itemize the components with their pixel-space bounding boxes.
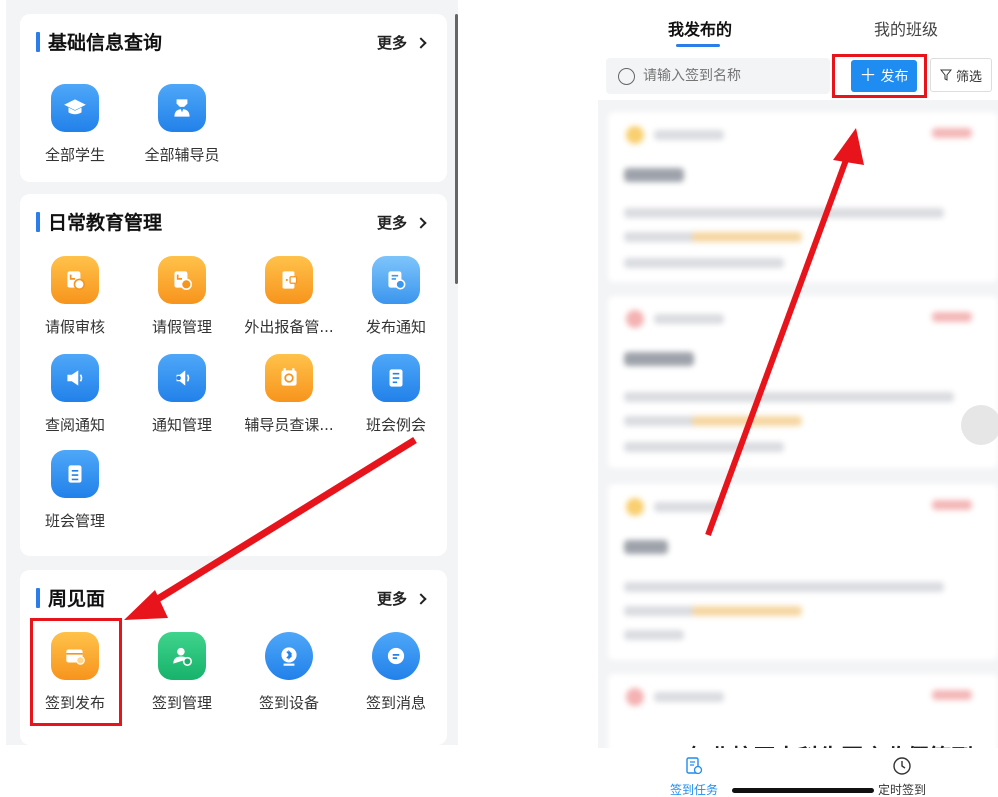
task-card[interactable]: [608, 296, 998, 468]
chevron-right-icon: [415, 36, 427, 49]
grid-item-notice-manage[interactable]: 通知管理: [129, 354, 235, 435]
grid-item-outing-report[interactable]: 外出报备管...: [236, 256, 342, 337]
grid-item-checkin-message[interactable]: 签到消息: [343, 632, 449, 713]
grid-item-view-notice[interactable]: 查阅通知: [22, 354, 128, 435]
grid-item-leave-manage[interactable]: 请假管理: [129, 256, 235, 337]
search-box[interactable]: [606, 58, 830, 94]
chevron-right-icon: [415, 216, 427, 229]
task-card[interactable]: [608, 484, 998, 660]
class-check-icon: [265, 354, 313, 402]
checkin-manage-icon: [158, 632, 206, 680]
notice-manage-icon: [158, 354, 206, 402]
app-home-panel: 基础信息查询 更多 全部学生 全部辅导员 日常教育管理 更多 请假审核 请假管理: [6, 0, 458, 745]
grid-item-leave-review[interactable]: 请假审核: [22, 256, 128, 337]
more-link[interactable]: 更多: [377, 212, 427, 233]
search-input[interactable]: [643, 68, 803, 84]
view-notice-icon: [51, 354, 99, 402]
chevron-right-icon: [415, 592, 427, 605]
floating-button[interactable]: [961, 405, 998, 445]
checkin-task-screen: 我发布的 我的班级 ＋ 发布 筛选: [598, 0, 998, 797]
section-title: 日常教育管理: [48, 212, 163, 234]
task-card[interactable]: [608, 112, 998, 282]
meeting-manage-icon: [51, 450, 99, 498]
more-link[interactable]: 更多: [377, 588, 427, 609]
leave-manage-icon: [158, 256, 206, 304]
section-title: 周见面: [48, 588, 106, 610]
scrollbar[interactable]: [455, 14, 458, 284]
grid-item-checkin-device[interactable]: 签到设备: [236, 632, 342, 713]
checkin-task-icon: [686, 757, 703, 775]
search-icon: [618, 67, 635, 85]
section-daily-education: 日常教育管理 更多 请假审核 请假管理 外出报备管... 发布通知 查阅通知 通…: [20, 194, 447, 556]
task-list: [598, 100, 998, 764]
grid-item-publish-notice[interactable]: 发布通知: [343, 256, 449, 337]
counselor-icon: [158, 84, 206, 132]
graduation-cap-icon: [51, 84, 99, 132]
filter-button[interactable]: 筛选: [930, 58, 992, 92]
tab-my-class[interactable]: 我的班级: [874, 16, 938, 40]
section-basic-info: 基础信息查询 更多 全部学生 全部辅导员: [20, 14, 447, 182]
grid-item-all-students[interactable]: 全部学生: [22, 84, 128, 165]
publish-notice-icon: [372, 256, 420, 304]
tab-checkin-task[interactable]: 签到任务: [670, 756, 718, 797]
grid-item-class-meeting[interactable]: 班会例会: [343, 354, 449, 435]
filter-icon: [939, 69, 952, 81]
checkin-message-icon: [372, 632, 420, 680]
tab-my-published[interactable]: 我发布的: [668, 16, 732, 40]
leave-review-icon: [51, 256, 99, 304]
grid-item-meeting-manage[interactable]: 班会管理: [22, 450, 128, 531]
home-indicator: [732, 788, 874, 793]
grid-item-checkin-manage[interactable]: 签到管理: [129, 632, 235, 713]
grid-item-class-check[interactable]: 辅导员查课...: [236, 354, 342, 435]
clock-icon: [893, 757, 911, 775]
section-title: 基础信息查询: [48, 32, 163, 54]
tab-scheduled-checkin[interactable]: 定时签到: [878, 756, 926, 797]
highlight-box: [30, 618, 122, 726]
tab-indicator: [676, 44, 720, 47]
checkin-device-icon: [265, 632, 313, 680]
more-link[interactable]: 更多: [377, 32, 427, 53]
outing-report-icon: [265, 256, 313, 304]
highlight-box: [832, 54, 927, 98]
class-meeting-icon: [372, 354, 420, 402]
grid-item-all-counselors[interactable]: 全部辅导员: [129, 84, 235, 165]
